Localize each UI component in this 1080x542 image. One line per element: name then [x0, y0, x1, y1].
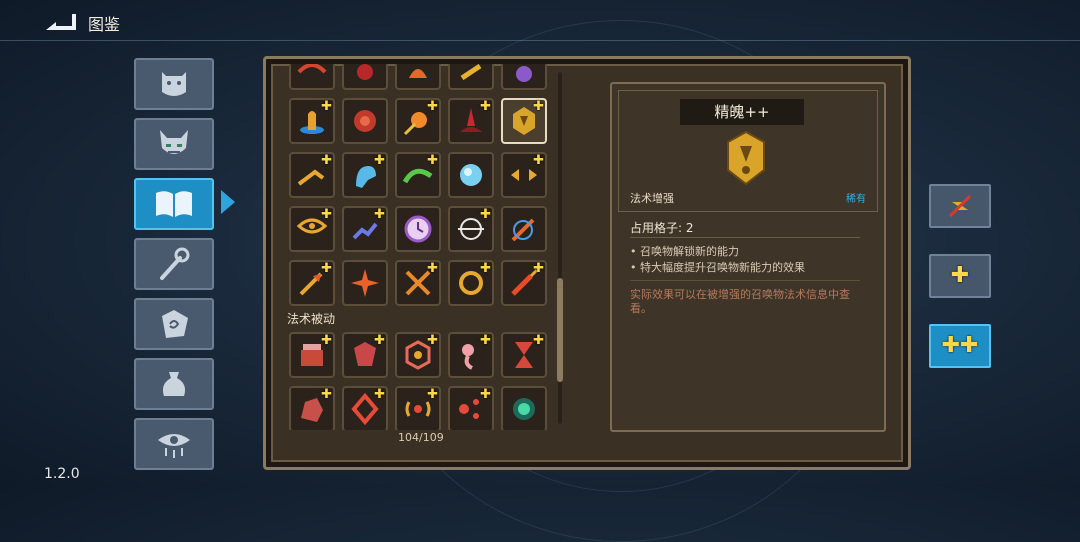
- diamond-icon[interactable]: ✚: [342, 386, 388, 430]
- split-arrow-icon[interactable]: ✚: [501, 152, 547, 198]
- signal-icon[interactable]: ✚: [395, 386, 441, 430]
- page-title: 图鉴: [88, 15, 121, 34]
- upgrade-plus-icon: ✚: [480, 387, 491, 402]
- upgrade-plus-icon: ✚: [427, 153, 438, 168]
- version-label: 1.2.0: [44, 466, 80, 482]
- blood-skill-icon[interactable]: [342, 64, 388, 90]
- upgrade-plus-icon: ✚: [480, 99, 491, 114]
- upgrade-plus-icon: ✚: [533, 261, 544, 276]
- double-plus-icon: ✚✚: [941, 333, 979, 358]
- spell-name: 精魄++: [680, 99, 804, 125]
- upgrade-plus-icon: ✚: [374, 153, 385, 168]
- orbit-arrow-icon[interactable]: [501, 206, 547, 252]
- green-arc-icon[interactable]: ✚: [395, 152, 441, 198]
- passive-section-label: 法术被动: [287, 312, 336, 326]
- water-totem-icon[interactable]: ✚: [289, 98, 335, 144]
- clock-icon[interactable]: [395, 206, 441, 252]
- divider: [630, 237, 860, 238]
- tab-staffs[interactable]: [134, 238, 214, 290]
- fire-skill-icon[interactable]: [289, 64, 335, 90]
- tab-runes[interactable]: [134, 298, 214, 350]
- target-icon[interactable]: ✚: [448, 206, 494, 252]
- upgrade-plus-icon: ✚: [374, 387, 385, 402]
- upgrade-plus-icon: ✚: [374, 207, 385, 222]
- upgrade-plus-icon: ✚: [427, 333, 438, 348]
- spell-type: 法术增强: [630, 192, 674, 205]
- double-upgrade-button[interactable]: ✚✚: [929, 324, 991, 368]
- rarity-badge: 稀有: [846, 194, 866, 205]
- gold-ring-icon[interactable]: ✚: [448, 260, 494, 306]
- pouch-icon: [162, 372, 186, 396]
- upgrade-plus-icon: ✚: [321, 333, 332, 348]
- no-upgrade-icon: [948, 194, 972, 218]
- hex-shield-icon[interactable]: ✚: [395, 332, 441, 378]
- rune-stone-icon: [162, 310, 188, 338]
- fire-arrow-icon[interactable]: ✚: [501, 260, 547, 306]
- gold-arrow-icon[interactable]: ✚: [289, 260, 335, 306]
- red-star-icon[interactable]: [342, 260, 388, 306]
- upgrade-plus-icon: ✚: [480, 333, 491, 348]
- no-upgrade-button[interactable]: [929, 184, 991, 228]
- book-icon: [156, 191, 192, 217]
- upgrade-plus-icon: ✚: [321, 261, 332, 276]
- fire-burst-icon[interactable]: ✚: [395, 98, 441, 144]
- divider: [630, 280, 860, 281]
- active-tab-pointer: [221, 190, 235, 214]
- detail-note: 实际效果可以在被增强的召唤物法术信息中查看。: [630, 288, 850, 315]
- flame-skill-icon[interactable]: [395, 64, 441, 90]
- top-bar: [0, 0, 1080, 41]
- demon-icon: [160, 130, 188, 154]
- crossed-swords-icon[interactable]: ✚: [395, 260, 441, 306]
- red-gem-icon[interactable]: ✚: [342, 332, 388, 378]
- upgrade-plus-icon: ✚: [427, 261, 438, 276]
- effect-line: • 特大幅度提升召唤物新能力的效果: [630, 261, 805, 274]
- tab-items[interactable]: [134, 358, 214, 410]
- tab-faces[interactable]: [134, 58, 214, 110]
- upgrade-plus-icon: ✚: [480, 207, 491, 222]
- red-orb-icon[interactable]: [342, 98, 388, 144]
- tab-demons[interactable]: [134, 118, 214, 170]
- red-chest-icon[interactable]: ✚: [289, 332, 335, 378]
- staff-icon: [160, 247, 190, 280]
- tab-curses[interactable]: [134, 418, 214, 470]
- gold-skill-icon[interactable]: [448, 64, 494, 90]
- pearl-icon[interactable]: [448, 152, 494, 198]
- green-portal-icon[interactable]: [501, 386, 547, 430]
- hourglass-icon[interactable]: ✚: [501, 332, 547, 378]
- upgrade-plus-icon: ✚: [533, 333, 544, 348]
- effect-line: • 召唤物解锁新的能力: [630, 245, 739, 258]
- upgrade-plus-icon: ✚: [427, 387, 438, 402]
- spell-grid[interactable]: ✚ ✚ ✚ ✚ ✚ ✚ ✚ ✚ ✚ ✚ ✚ ✚ ✚ ✚ ✚ ✚ ✚ ✚ ✚ ✚ …: [283, 64, 553, 430]
- eye-icon: [158, 434, 190, 458]
- gold-dash-icon[interactable]: ✚: [289, 152, 335, 198]
- ghost-icon[interactable]: ✚: [342, 152, 388, 198]
- upgrade-plus-icon: ✚: [321, 207, 332, 222]
- rune-shield-icon: [724, 130, 768, 190]
- upgrade-plus-icon: ✚: [321, 387, 332, 402]
- gold-eye-icon[interactable]: ✚: [289, 206, 335, 252]
- chain-icon[interactable]: ✚: [342, 206, 388, 252]
- single-plus-icon: ✚: [950, 263, 970, 288]
- collection-count: 104/109: [398, 431, 444, 444]
- slot-cost: 占用格子: 2: [630, 221, 694, 235]
- red-rock-icon[interactable]: ✚: [289, 386, 335, 430]
- worm-icon[interactable]: ✚: [448, 332, 494, 378]
- upgrade-plus-icon: ✚: [321, 99, 332, 114]
- triple-shot-icon[interactable]: ✚: [448, 386, 494, 430]
- blood-spike-icon[interactable]: ✚: [448, 98, 494, 144]
- upgrade-plus-icon: ✚: [374, 333, 385, 348]
- face-icon: [162, 72, 186, 96]
- upgrade-plus-icon: ✚: [480, 261, 491, 276]
- rune-shield-icon[interactable]: ✚: [501, 98, 547, 144]
- upgrade-plus-icon: ✚: [533, 99, 544, 114]
- back-arrow-icon[interactable]: [42, 10, 78, 32]
- tab-book[interactable]: [134, 178, 214, 230]
- upgrade-plus-icon: ✚: [321, 153, 332, 168]
- scrollbar-thumb[interactable]: [557, 278, 563, 382]
- upgrade-plus-icon: ✚: [533, 153, 544, 168]
- purple-skill-icon[interactable]: [501, 64, 547, 90]
- single-upgrade-button[interactable]: ✚: [929, 254, 991, 298]
- upgrade-plus-icon: ✚: [427, 99, 438, 114]
